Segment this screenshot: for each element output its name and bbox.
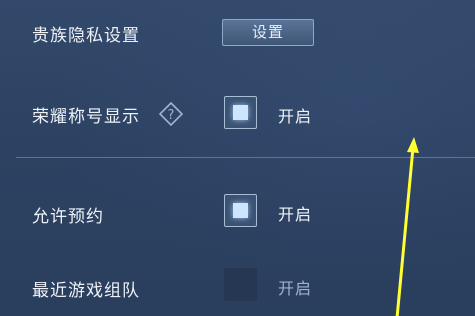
noble-privacy-label: 贵族隐私设置 [32, 26, 140, 46]
section-divider [16, 157, 475, 158]
honor-title-checkbox[interactable] [224, 96, 257, 129]
recent-team-label: 最近游戏组队 [32, 281, 140, 301]
checkbox-check-mark [233, 105, 248, 120]
checkbox-check-mark [233, 203, 248, 218]
recent-team-toggle-label: 开启 [278, 279, 313, 298]
noble-privacy-settings-button[interactable]: 设置 [222, 19, 314, 46]
honor-title-toggle-label: 开启 [278, 107, 313, 126]
honor-title-label: 荣耀称号显示 [32, 107, 140, 127]
allow-reservation-checkbox[interactable] [224, 194, 257, 227]
allow-reservation-toggle-label: 开启 [278, 205, 313, 224]
svg-text:?: ? [168, 108, 175, 123]
recent-team-checkbox[interactable] [224, 268, 257, 301]
privacy-settings-panel: 贵族隐私设置 设置 荣耀称号显示 ? 开启 允许预约 开启 最近游戏组队 开启 [0, 0, 475, 316]
allow-reservation-label: 允许预约 [32, 207, 104, 227]
help-icon[interactable]: ? [158, 101, 184, 127]
